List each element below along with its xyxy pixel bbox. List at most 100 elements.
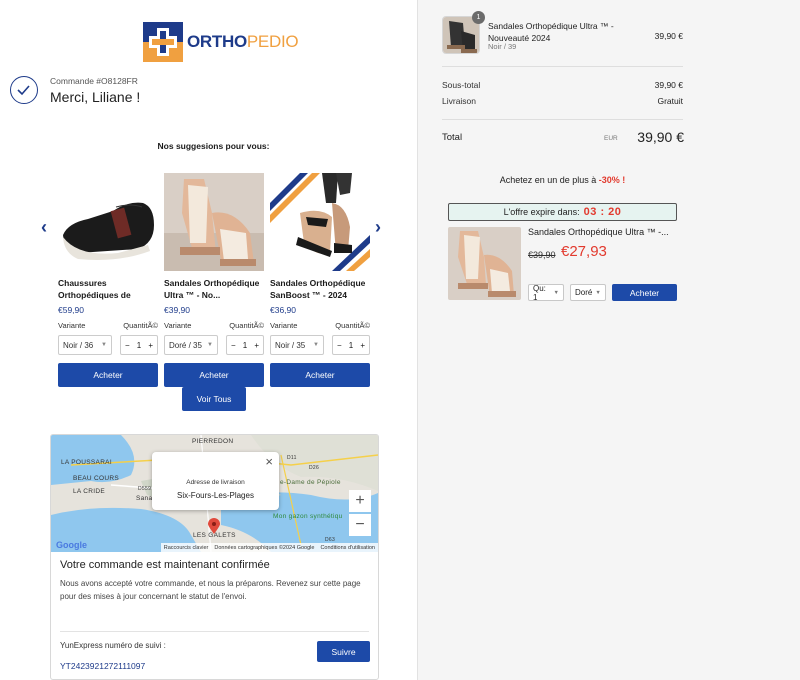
zoom-out-button[interactable]: − xyxy=(349,514,371,536)
product-option-labels: Variante QuantitÃ© xyxy=(164,321,264,330)
chevron-down-icon: ▼ xyxy=(313,342,319,348)
popup-city: Six-Fours-Les-Plages xyxy=(177,491,254,500)
variant-label: Variante xyxy=(58,321,86,330)
upsell-product-image[interactable] xyxy=(448,227,521,300)
subtotal-label: Sous-total xyxy=(442,80,481,90)
google-logo[interactable]: Google xyxy=(56,540,87,550)
delivery-map[interactable]: PIERREDON LA POUSSARAI BEAU COURS LA CRI… xyxy=(51,435,378,552)
map-road-label: D26 xyxy=(309,465,320,471)
map-label: e-Dame de Pépiole xyxy=(280,479,341,486)
plus-icon[interactable]: + xyxy=(360,341,365,350)
minus-icon[interactable]: − xyxy=(125,341,130,350)
buy-button[interactable]: Acheter xyxy=(164,363,264,387)
quantity-stepper[interactable]: −1 + xyxy=(332,335,370,355)
variant-value: Noir / 36 xyxy=(63,340,94,350)
cart-item-name: Sandales Orthopédique Ultra ™ - Nouveaut… xyxy=(488,21,614,43)
keyboard-shortcuts-link[interactable]: Raccourcis clavier xyxy=(164,545,209,551)
map-label: LA CRIDE xyxy=(73,488,106,495)
plus-icon[interactable]: + xyxy=(148,341,153,350)
shipping-value: Gratuit xyxy=(657,96,683,106)
upsell-old-price: €39,90 xyxy=(528,250,556,260)
main-panel: ORTHOPEDIO Commande #O8128FR Merci, Lili… xyxy=(0,0,418,680)
carousel-next-icon[interactable]: › xyxy=(375,217,381,238)
variant-select[interactable]: Noir / 36 ▼ xyxy=(58,335,112,355)
product-card: Sandales Orthopédique Ultra ™ - No... €3… xyxy=(164,173,264,387)
map-road-label: D11 xyxy=(287,455,297,461)
currency-code: EUR xyxy=(604,135,618,142)
track-button[interactable]: Suivre xyxy=(317,641,370,662)
chevron-down-icon: ▼ xyxy=(207,342,213,348)
see-all-button[interactable]: Voir Tous xyxy=(182,387,246,411)
quantity-value: 1 xyxy=(136,340,142,350)
product-name[interactable]: Sandales Orthopédique Ultra ™ - No... xyxy=(164,277,264,301)
upsell-headline: Achetez en un de plus à -30% ! xyxy=(448,175,677,185)
check-icon xyxy=(10,76,38,104)
suggestions-title: Nos suggesions pour vous: xyxy=(157,141,270,151)
quantity-stepper[interactable]: −1 + xyxy=(226,335,264,355)
carousel-prev-icon[interactable]: ‹ xyxy=(41,217,47,238)
offer-timer: L'offre expire dans: 03 : 20 xyxy=(448,203,677,221)
zoom-in-button[interactable]: + xyxy=(349,490,371,512)
logo-cross-icon xyxy=(143,22,183,62)
confirmation-title: Votre commande est maintenant confirmée xyxy=(60,559,270,571)
plus-icon[interactable]: + xyxy=(254,341,259,350)
variant-value: Doré xyxy=(575,288,593,297)
buy-button[interactable]: Acheter xyxy=(58,363,158,387)
map-data-credit: Données cartographiques ©2024 Google xyxy=(214,544,315,551)
order-number: Commande #O8128FR xyxy=(50,76,138,86)
thank-you-heading: Merci, Liliane ! xyxy=(50,89,141,105)
variant-value: Noir / 35 xyxy=(275,340,306,350)
product-image[interactable] xyxy=(164,173,264,271)
quantity-badge: 1 xyxy=(472,11,485,24)
product-controls: Noir / 35 ▼ −1 + xyxy=(270,335,370,355)
upsell-quantity-select[interactable]: Qu: 1 ▼ xyxy=(528,284,564,302)
product-image[interactable] xyxy=(270,173,370,271)
product-option-labels: Variante QuantitÃ© xyxy=(270,321,370,330)
map-label: PIERREDON xyxy=(192,438,234,445)
chevron-down-icon: ▼ xyxy=(101,342,107,348)
variant-select[interactable]: Doré / 35 ▼ xyxy=(164,335,218,355)
quantity-value: 1 xyxy=(348,340,354,350)
map-footer: Raccourcis clavier Données cartographiqu… xyxy=(160,543,378,552)
product-name[interactable]: Chaussures Orthopédiques de xyxy=(58,277,158,301)
cart-item-variant: Noir / 39 xyxy=(488,42,517,51)
map-label: Mon gazon synthétiqu xyxy=(273,513,343,520)
product-price: €59,90 xyxy=(58,305,84,315)
product-name[interactable]: Sandales Orthopédique SanBoost ™ - 2024 xyxy=(270,277,370,301)
variant-label: Variante xyxy=(164,321,192,330)
map-pin-icon[interactable] xyxy=(208,518,220,536)
timer-countdown: 03 : 20 xyxy=(583,206,622,218)
chevron-down-icon: ▼ xyxy=(553,289,559,296)
tracking-number-link[interactable]: YT2423921272111097 xyxy=(60,661,145,671)
minus-icon[interactable]: − xyxy=(337,341,342,350)
product-price: €36,90 xyxy=(270,305,296,315)
product-price: €39,90 xyxy=(164,305,190,315)
chevron-down-icon: ▼ xyxy=(595,289,601,296)
confirmation-text: Nous avons accepté votre commande, et no… xyxy=(60,579,361,601)
upsell-buy-button[interactable]: Acheter xyxy=(612,284,677,301)
upsell-variant-select[interactable]: Doré ▼ xyxy=(570,284,606,301)
product-image[interactable] xyxy=(58,173,158,271)
map-label: Sana xyxy=(136,495,153,502)
tracking-label: YunExpress numéro de suivi : xyxy=(60,641,166,650)
close-icon[interactable]: × xyxy=(265,454,273,469)
divider xyxy=(60,631,369,632)
brand-logo[interactable]: ORTHOPEDIO xyxy=(143,22,299,62)
variant-label: Variante xyxy=(270,321,298,330)
minus-icon[interactable]: − xyxy=(231,341,236,350)
quantity-label: QuantitÃ© xyxy=(123,321,158,330)
terms-link[interactable]: Conditions d'utilisation xyxy=(320,545,375,551)
product-controls: Noir / 36 ▼ −1 + xyxy=(58,335,158,355)
shipping-label: Livraison xyxy=(442,96,477,106)
subtotal-value: 39,90 € xyxy=(654,80,683,90)
upsell-product-name[interactable]: Sandales Orthopédique Ultra ™ -... xyxy=(528,227,678,237)
map-road-label: D559 xyxy=(138,486,152,492)
variant-select[interactable]: Noir / 35 ▼ xyxy=(270,335,324,355)
upsell-text: Achetez en un de plus à xyxy=(499,175,597,185)
brand-name: ORTHOPEDIO xyxy=(187,32,299,51)
quantity-stepper[interactable]: −1 + xyxy=(120,335,158,355)
popup-title: Adresse de livraison xyxy=(186,479,245,486)
buy-button[interactable]: Acheter xyxy=(270,363,370,387)
quantity-label: QuantitÃ© xyxy=(229,321,264,330)
product-option-labels: Variante QuantitÃ© xyxy=(58,321,158,330)
